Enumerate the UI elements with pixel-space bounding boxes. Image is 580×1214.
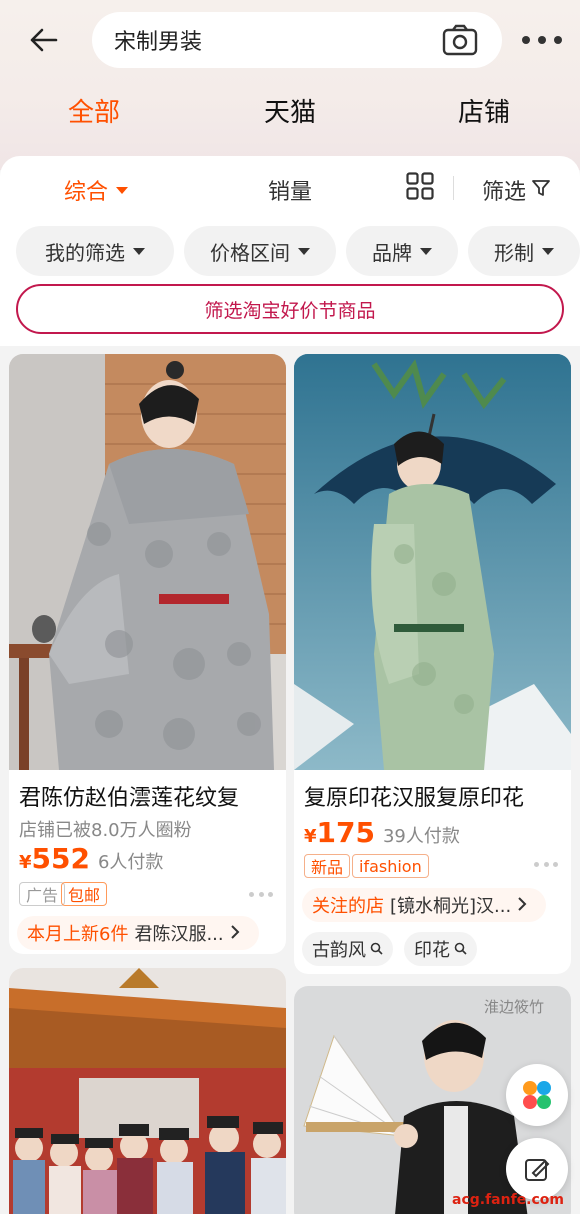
tab-tmall[interactable]: 天猫 [264,92,316,129]
header: 宋制男装 全部 天猫 店铺 [0,0,580,170]
promo-filter-button[interactable]: 筛选淘宝好价节商品 [16,284,564,334]
paid-count: 39人付款 [382,826,460,847]
search-bar[interactable]: 宋制男装 [92,12,502,68]
back-icon[interactable] [24,22,64,58]
feedback-fab[interactable] [506,1138,568,1200]
more-icon[interactable] [522,28,562,52]
ifashion-badge: ifashion [352,854,429,878]
product-card[interactable]: 君陈仿赵伯澐莲花纹复 店铺已被8.0万人圈粉 ¥ 552 6人付款 广告 包邮 … [9,354,286,954]
paid-count: 6人付款 [97,852,164,873]
chip-label: 形制 [494,240,534,265]
filter-chips: 我的筛选 价格区间 品牌 形制 [16,226,580,278]
product-title[interactable]: 复原印花汉服复原印花 [304,780,564,812]
sort-sales-label: 销量 [268,180,313,205]
sort-comprehensive-label: 综合 [64,180,109,205]
filter-panel: 综合 销量 筛选 我的筛选 价格区间 品牌 形制 筛选淘宝好价节商品 [0,156,580,346]
more-options-icon[interactable] [534,862,558,868]
product-card[interactable] [9,968,286,1214]
divider [453,176,454,200]
keyword-label: 古韵风 [312,940,366,961]
chip-brand[interactable]: 品牌 [346,226,458,276]
search-input[interactable]: 宋制男装 [114,24,202,56]
price-value: 175 [316,816,375,849]
new-badge: 新品 [304,854,351,878]
chip-my-filter[interactable]: 我的筛选 [16,226,174,276]
apps-icon [523,1081,551,1109]
shop-link[interactable]: 关注的店 [镜水桐光]汉... [302,888,546,922]
funnel-icon [532,178,550,203]
caret-down-icon [542,247,554,255]
product-image[interactable] [294,354,571,770]
category-fab[interactable] [506,1064,568,1126]
keyword-chip[interactable]: 印花 [404,932,477,966]
chip-label: 我的筛选 [45,240,125,265]
chevron-right-icon [230,923,240,944]
keyword-chip[interactable]: 古韵风 [302,932,393,966]
chip-label: 价格区间 [210,240,290,265]
grid-view-icon[interactable] [406,172,434,200]
caret-down-icon [420,247,432,255]
currency: ¥ [304,826,317,847]
caret-down-icon [133,247,145,255]
chip-label: 品牌 [372,240,412,265]
tab-all[interactable]: 全部 [68,92,120,129]
search-icon [370,939,383,960]
free-shipping-badge: 包邮 [61,882,108,906]
shop-followers: 店铺已被8.0万人圈粉 [19,820,192,841]
shop-link[interactable]: 本月上新6件 君陈汉服... [17,916,259,950]
shop-promo: 本月上新6件 [27,924,129,945]
caret-down-icon [298,247,310,255]
search-icon [454,939,467,960]
price: ¥ 552 6人付款 [19,842,163,875]
shop-name: [镜水桐光]汉... [390,896,512,917]
price-value: 552 [31,842,90,875]
camera-icon[interactable] [442,24,478,56]
filter-label: 筛选 [482,180,527,205]
ad-badge: 广告 [19,882,66,906]
chip-price-range[interactable]: 价格区间 [184,226,336,276]
keyword-label: 印花 [414,940,450,961]
sort-comprehensive[interactable]: 综合 [64,174,129,206]
chevron-right-icon [517,895,527,916]
sort-sales[interactable]: 销量 [268,174,312,206]
edit-icon [525,1159,550,1181]
chip-style[interactable]: 形制 [468,226,580,276]
image-caption: 淮边筱竹 [484,998,545,1016]
shop-promo: 关注的店 [312,896,384,917]
caret-down-icon [116,186,129,194]
tab-shops[interactable]: 店铺 [458,92,510,129]
product-card[interactable]: 复原印花汉服复原印花 ¥ 175 39人付款 新品 ifashion 关注的店 … [294,354,571,974]
filter-button[interactable]: 筛选 [482,174,550,206]
scope-tabs: 全部 天猫 店铺 [0,92,580,142]
price: ¥ 175 39人付款 [304,816,460,849]
product-image[interactable] [9,354,286,770]
shop-name: 君陈汉服... [134,924,224,945]
product-title[interactable]: 君陈仿赵伯澐莲花纹复 [19,780,279,812]
more-options-icon[interactable] [249,892,273,898]
watermark: acg.fanfe.com [452,1192,564,1208]
currency: ¥ [19,852,32,873]
product-image[interactable] [9,968,286,1214]
